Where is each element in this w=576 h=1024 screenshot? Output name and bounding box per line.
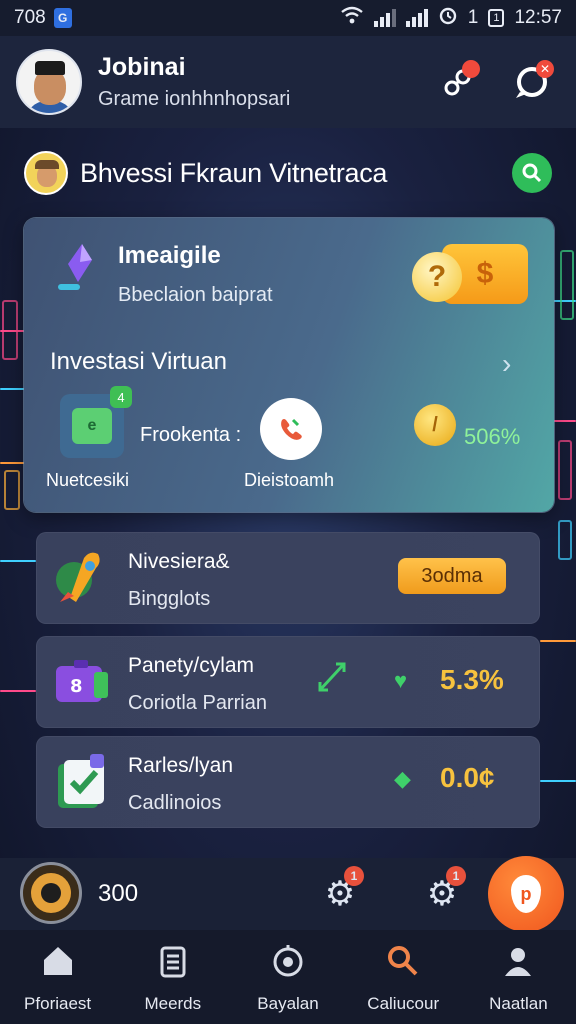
- section-title: Bhvessi Fkraun Vitnetraca: [80, 157, 388, 188]
- investasi-label: Investasi Virtuan: [50, 348, 227, 375]
- document-check-icon: [58, 754, 104, 808]
- chevron-right-icon[interactable]: ›: [502, 348, 511, 380]
- nav-item-meerds[interactable]: Meerds: [115, 930, 230, 1024]
- nav-item-search[interactable]: Caliucour: [346, 930, 461, 1024]
- status-text: 708: [14, 7, 46, 28]
- nav-label: Bayalan: [257, 994, 319, 1013]
- briefcase-icon: 8: [56, 660, 108, 702]
- profile-subtitle: Grame ionhhnhopsari: [98, 88, 291, 110]
- nav-item-home[interactable]: Pforiaest: [0, 930, 115, 1024]
- phone-button[interactable]: [260, 398, 322, 460]
- timer-icon: [273, 945, 303, 977]
- investment-card[interactable]: Imeaigile Bbeclaion baiprat $ ? Investas…: [24, 218, 554, 512]
- list-item[interactable]: Nivesiera& Bingglots 3odma: [36, 532, 540, 624]
- list-item-title: Nivesiera&: [128, 550, 230, 573]
- section-header: Bhvessi Fkraun Vitnetraca: [24, 148, 552, 198]
- battery-percent: 1: [467, 7, 479, 28]
- wallet-tile[interactable]: e 4: [60, 386, 132, 458]
- user-avatar-button[interactable]: [20, 862, 82, 924]
- gear-badge: 1: [344, 866, 364, 886]
- search-icon: [388, 946, 418, 976]
- location-fab-button[interactable]: p: [488, 856, 564, 932]
- card-percent: 506%: [464, 424, 521, 449]
- list-item-value: 5.3%: [440, 664, 504, 695]
- action-count: 300: [98, 880, 139, 907]
- gold-coin-icon: /: [414, 404, 456, 446]
- coins-illustration: $ ?: [412, 240, 532, 310]
- bottom-navigation: Pforiaest Meerds Bayalan Caliucour Naatl…: [0, 930, 576, 1024]
- gear-badge: 1: [446, 866, 466, 886]
- wallet-icon: e: [72, 408, 112, 444]
- sim-icon: G: [53, 8, 72, 28]
- phone-icon: [281, 418, 302, 440]
- clock: 12:57: [514, 7, 562, 28]
- signal-icon: [373, 9, 396, 27]
- trend-arrows-icon: [318, 662, 346, 692]
- diamond-icon: ◆: [394, 766, 411, 791]
- notification-button[interactable]: [434, 58, 482, 106]
- notification-dot: [462, 60, 480, 78]
- list-item-value: 0.0¢: [440, 762, 495, 793]
- nav-label: Caliucour: [367, 994, 440, 1013]
- list-item-title: Rarles/lyan: [128, 754, 234, 777]
- search-icon: [522, 163, 542, 183]
- avatar[interactable]: [16, 49, 82, 115]
- nav-label: Meerds: [144, 994, 202, 1013]
- card-title: Imeaigile: [118, 242, 221, 269]
- rocket-icon: [56, 552, 100, 602]
- list-item-title: Panety/cylam: [128, 654, 255, 677]
- crystal-icon: [58, 244, 92, 290]
- battery-icon: 1: [488, 9, 505, 27]
- phone-label: Dieistoamh: [244, 470, 335, 490]
- list-item[interactable]: Rarles/lyan Cadlinoios ◆ 0.0¢: [36, 736, 540, 828]
- clipboard-icon: [160, 946, 186, 978]
- action-bar: 300 ⚙ 1 ⚙ 1 p: [0, 856, 576, 932]
- gear-button[interactable]: ⚙ 1: [316, 866, 364, 918]
- gear-button-2[interactable]: ⚙ 1: [418, 866, 466, 918]
- section-search-button[interactable]: [512, 153, 552, 193]
- card-subtitle: Bbeclaion baiprat: [118, 284, 273, 306]
- list-item-subtitle: Bingglots: [128, 588, 211, 610]
- close-icon[interactable]: ✕: [536, 60, 554, 78]
- wifi-icon: [340, 6, 364, 30]
- mini-avatar: [24, 151, 68, 195]
- tile-badge: 4: [110, 386, 132, 408]
- list-item-subtitle: Coriotla Parrian: [128, 692, 267, 714]
- svg-text:8: 8: [70, 676, 83, 697]
- list-item[interactable]: 8 Panety/cylam Coriotla Parrian ♥ 5.3%: [36, 636, 540, 728]
- profile-name: Jobinai: [98, 53, 186, 81]
- alarm-icon: [438, 5, 458, 31]
- status-bar: 708 G 1 1 12:57: [0, 0, 576, 36]
- action-button[interactable]: 3odma: [398, 558, 506, 594]
- nav-label: Naatlan: [489, 994, 548, 1013]
- nav-item-bayalan[interactable]: Bayalan: [230, 930, 345, 1024]
- chat-button[interactable]: ✕: [508, 58, 556, 106]
- mid-label: Frookenta :: [140, 424, 242, 446]
- user-icon: [505, 948, 532, 976]
- profile-header: Jobinai Grame ionhhnhopsari ✕: [0, 36, 576, 128]
- list-item-subtitle: Cadlinoios: [128, 792, 222, 814]
- home-icon: [43, 947, 72, 975]
- nav-item-profile[interactable]: Naatlan: [461, 930, 576, 1024]
- signal-icon-2: [405, 9, 428, 27]
- heart-icon: ♥: [394, 668, 408, 693]
- battery-label: 1: [493, 12, 500, 24]
- question-coin-icon: ?: [412, 252, 462, 302]
- nav-label: Pforiaest: [24, 994, 92, 1013]
- location-pin-icon: p: [511, 875, 541, 913]
- wallet-label: Nuetcesiki: [46, 470, 130, 490]
